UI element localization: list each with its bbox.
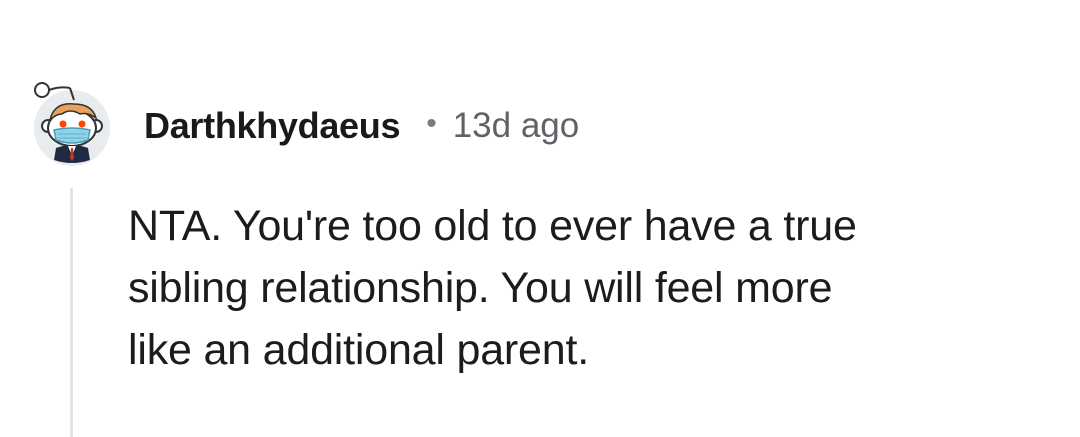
user-avatar[interactable]	[30, 78, 114, 166]
comment-header: Darthkhydaeus • 13d ago	[144, 104, 579, 148]
author-username[interactable]: Darthkhydaeus	[144, 105, 400, 147]
comment-body: NTA. You're too old to ever have a true …	[128, 195, 1028, 381]
comment-body-line: like an additional parent.	[128, 326, 589, 374]
snoo-avatar-icon	[34, 82, 110, 166]
comment-body-line: NTA. You're too old to ever have a true	[128, 202, 857, 250]
comment: Darthkhydaeus • 13d ago NTA. You're too …	[0, 0, 1080, 437]
comment-timestamp: 13d ago	[452, 106, 580, 145]
meta-separator: •	[426, 107, 437, 140]
thread-line[interactable]	[70, 188, 73, 437]
comment-body-line: sibling relationship. You will feel more	[128, 264, 833, 312]
